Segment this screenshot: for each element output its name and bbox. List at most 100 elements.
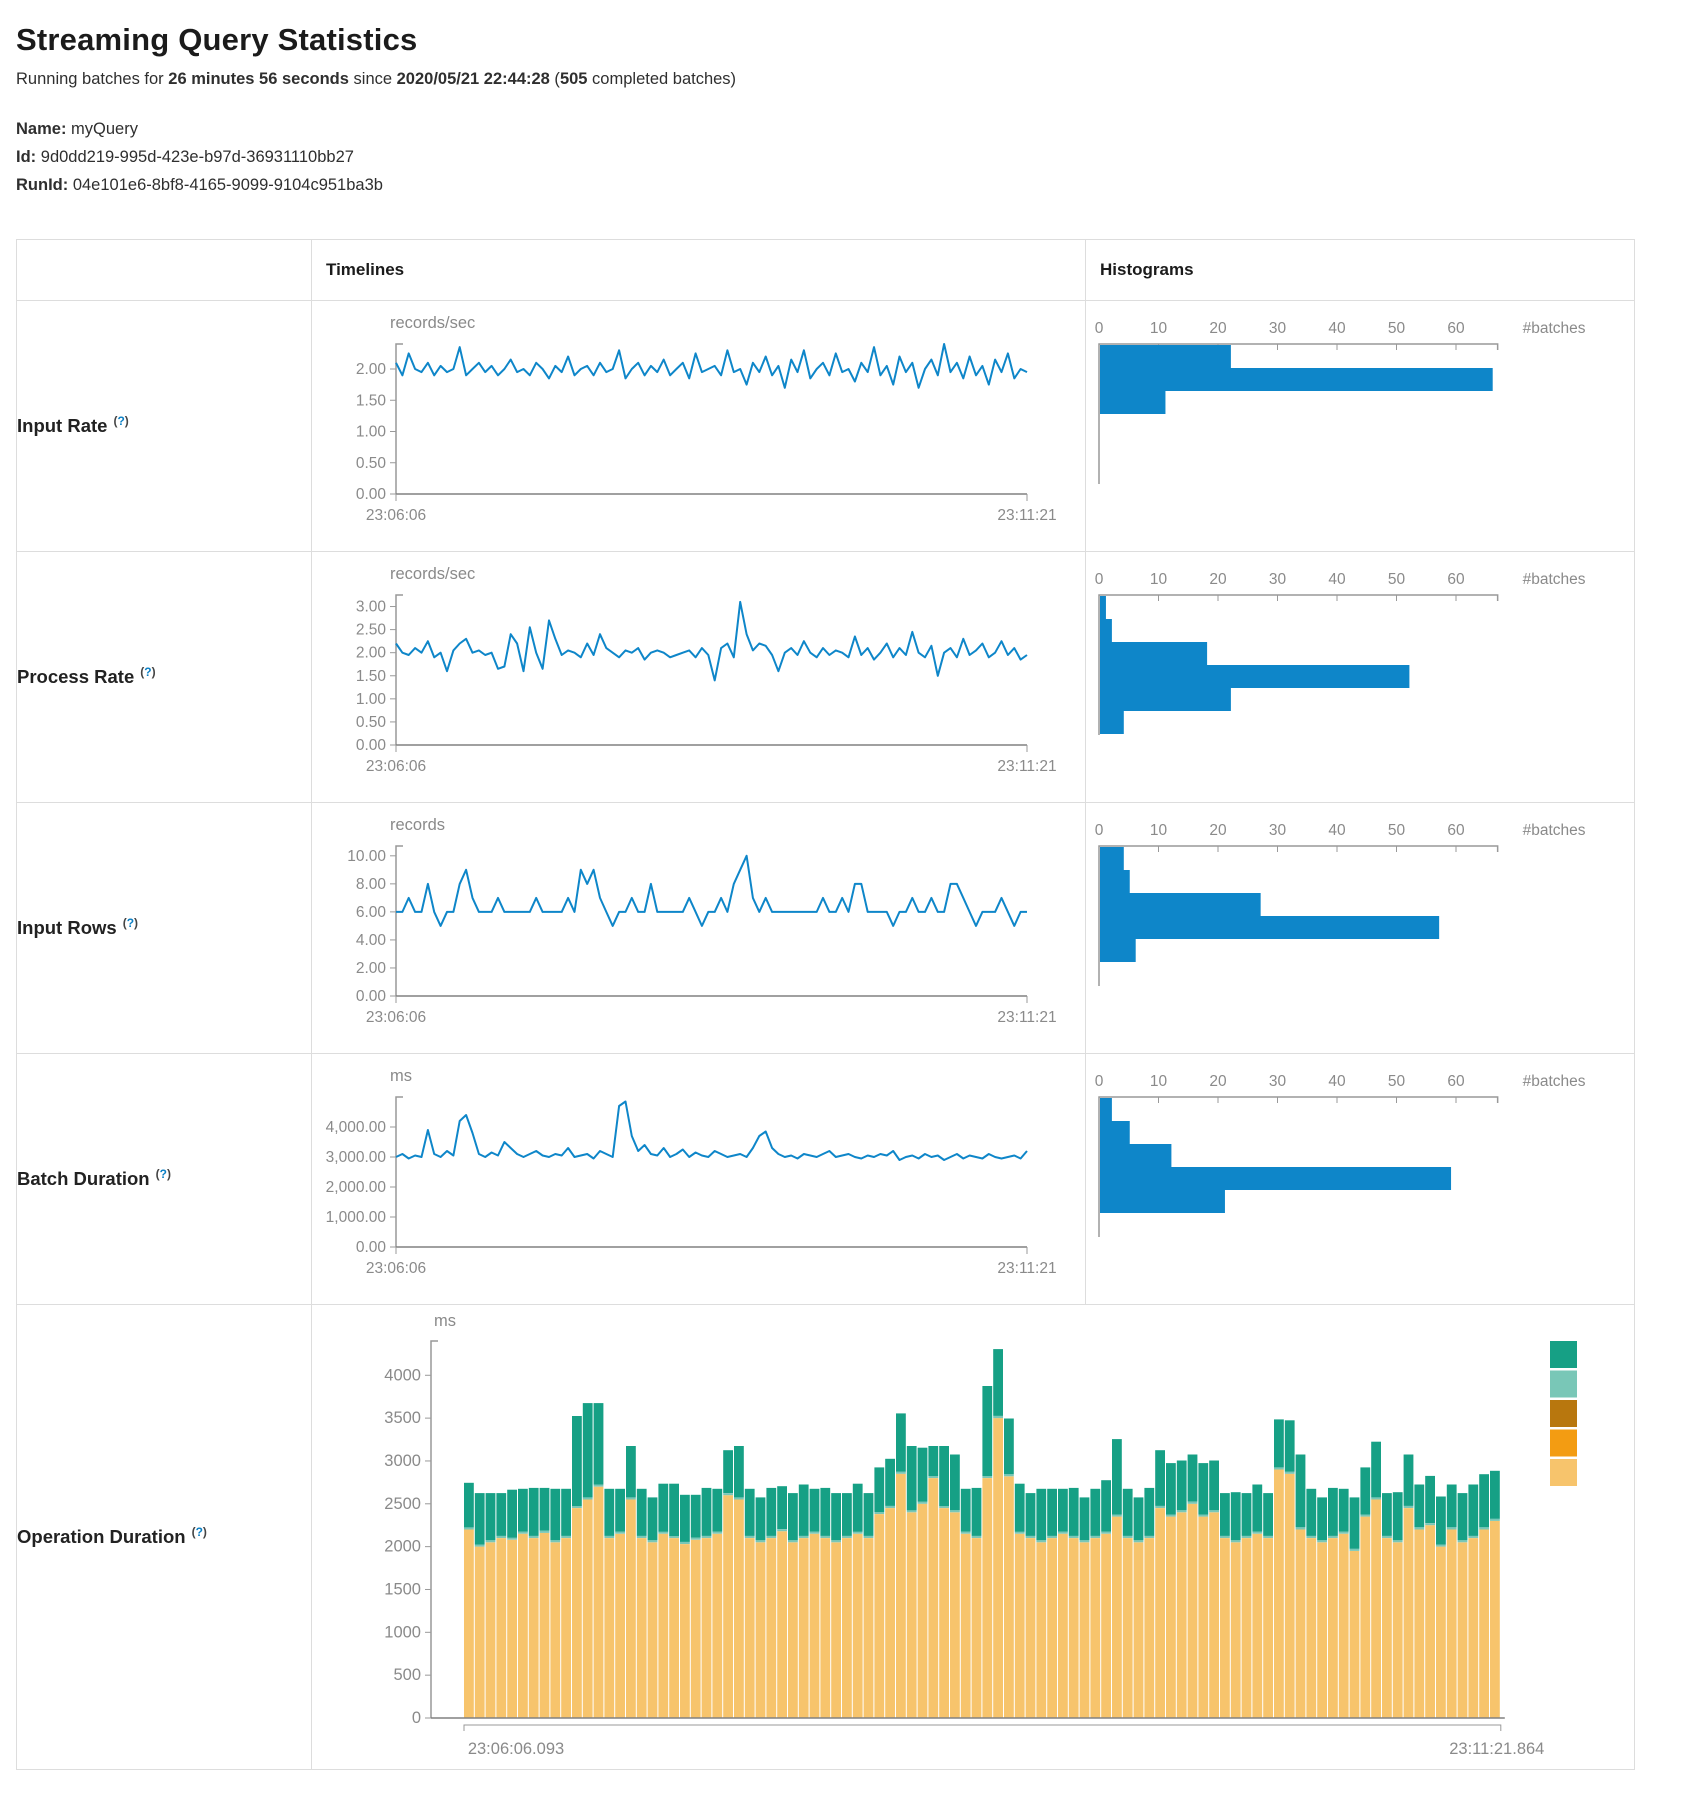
legend-swatch-segment-teal <box>1550 1341 1577 1368</box>
svg-text:ms: ms <box>434 1312 456 1330</box>
svg-text:2500: 2500 <box>384 1495 421 1513</box>
svg-text:10: 10 <box>1150 1073 1168 1090</box>
svg-text:records: records <box>390 816 445 834</box>
svg-text:10: 10 <box>1150 822 1168 839</box>
svg-text:30: 30 <box>1269 822 1287 839</box>
operation-duration-stacked-chart: ms0500100015002000250030003500400023:06:… <box>312 1305 1603 1769</box>
svg-text:0.50: 0.50 <box>356 455 387 472</box>
input-rows-timeline-chart: records0.002.004.006.008.0010.0023:06:06… <box>312 803 1069 1053</box>
summary-completed-count: 505 <box>560 70 588 88</box>
svg-text:23:11:21: 23:11:21 <box>997 1009 1056 1026</box>
svg-text:40: 40 <box>1328 571 1346 588</box>
query-name-line: Name: myQuery <box>16 115 1693 143</box>
row-label-text: Input Rate <box>17 416 107 437</box>
summary-duration: 26 minutes 56 seconds <box>168 70 349 88</box>
svg-text:2.00: 2.00 <box>356 960 387 977</box>
svg-text:50: 50 <box>1388 320 1406 337</box>
table-row-operation-duration: Operation Duration(?) ms0500100015002000… <box>17 1305 1635 1770</box>
query-meta: Name: myQuery Id: 9d0dd219-995d-423e-b97… <box>16 115 1693 199</box>
batch-duration-histogram-cell: 0102030405060#batches <box>1086 1054 1635 1305</box>
legend-swatch-segment-tan <box>1550 1459 1577 1486</box>
svg-text:23:06:06: 23:06:06 <box>366 1260 426 1277</box>
svg-text:0.50: 0.50 <box>356 714 387 731</box>
svg-text:0.00: 0.00 <box>356 1239 387 1256</box>
svg-text:records/sec: records/sec <box>390 314 475 332</box>
svg-text:23:11:21.864: 23:11:21.864 <box>1449 1740 1544 1758</box>
svg-text:1.00: 1.00 <box>356 424 387 441</box>
legend-swatch-segment-light-teal <box>1550 1371 1577 1398</box>
operation-duration-chart-cell: ms0500100015002000250030003500400023:06:… <box>312 1305 1635 1770</box>
svg-text:1.50: 1.50 <box>356 668 387 685</box>
help-icon[interactable]: (?) <box>192 1525 207 1539</box>
input-rate-timeline-cell: records/sec0.000.501.001.502.0023:06:062… <box>312 301 1086 552</box>
summary-prefix: Running batches for <box>16 70 168 88</box>
table-row-input-rows: Input Rows(?) records0.002.004.006.008.0… <box>17 803 1635 1054</box>
svg-text:1500: 1500 <box>384 1580 421 1598</box>
svg-text:23:06:06: 23:06:06 <box>366 507 426 524</box>
svg-text:0: 0 <box>1095 822 1104 839</box>
svg-text:23:11:21: 23:11:21 <box>997 507 1056 524</box>
svg-text:2.00: 2.00 <box>356 361 387 378</box>
help-icon[interactable]: (?) <box>113 414 128 428</box>
help-icon[interactable]: (?) <box>123 916 138 930</box>
svg-text:60: 60 <box>1447 571 1465 588</box>
svg-text:50: 50 <box>1388 822 1406 839</box>
svg-text:#batches: #batches <box>1523 571 1586 588</box>
svg-text:20: 20 <box>1209 1073 1227 1090</box>
svg-text:30: 30 <box>1269 320 1287 337</box>
query-id-value: 9d0dd219-995d-423e-b97d-36931110bb27 <box>41 148 354 166</box>
corner-header-cell <box>17 240 312 301</box>
help-icon[interactable]: (?) <box>140 665 155 679</box>
svg-text:20: 20 <box>1209 571 1227 588</box>
svg-text:10: 10 <box>1150 320 1168 337</box>
svg-text:23:06:06: 23:06:06 <box>366 1009 426 1026</box>
svg-text:500: 500 <box>393 1666 421 1684</box>
process-rate-timeline-cell: records/sec0.000.501.001.502.002.503.002… <box>312 552 1086 803</box>
summary-suffix: completed batches) <box>587 70 736 88</box>
svg-text:1,000.00: 1,000.00 <box>326 1209 387 1226</box>
svg-text:50: 50 <box>1388 571 1406 588</box>
svg-text:2,000.00: 2,000.00 <box>326 1179 387 1196</box>
svg-text:3000: 3000 <box>384 1452 421 1470</box>
summary-paren: ( <box>550 70 560 88</box>
row-label-input-rate: Input Rate (?) <box>17 301 312 552</box>
summary-start-time: 2020/05/21 22:44:28 <box>397 70 550 88</box>
query-runid-line: RunId: 04e101e6-8bf8-4165-9099-9104c951b… <box>16 171 1693 199</box>
query-runid-label: RunId: <box>16 176 68 194</box>
svg-text:0: 0 <box>412 1709 421 1727</box>
svg-text:2.50: 2.50 <box>356 622 387 639</box>
query-name-value: myQuery <box>71 120 138 138</box>
batch-duration-timeline-chart: ms0.001,000.002,000.003,000.004,000.0023… <box>312 1054 1069 1304</box>
input-rows-histogram-cell: 0102030405060#batches <box>1086 803 1635 1054</box>
svg-text:0.00: 0.00 <box>356 737 387 754</box>
legend-swatch-segment-dark-orange <box>1550 1400 1577 1427</box>
svg-text:#batches: #batches <box>1523 1073 1586 1090</box>
svg-text:0.00: 0.00 <box>356 988 387 1005</box>
svg-text:60: 60 <box>1447 1073 1465 1090</box>
row-label-input-rows: Input Rows(?) <box>17 803 312 1054</box>
streaming-query-statistics-page: Streaming Query Statistics Running batch… <box>16 22 1693 1770</box>
svg-text:2.00: 2.00 <box>356 645 387 662</box>
help-icon[interactable]: (?) <box>156 1167 171 1181</box>
svg-text:3.00: 3.00 <box>356 599 387 616</box>
svg-text:40: 40 <box>1328 320 1346 337</box>
svg-text:40: 40 <box>1328 822 1346 839</box>
input-rate-timeline-chart: records/sec0.000.501.001.502.0023:06:062… <box>312 301 1069 551</box>
svg-text:0: 0 <box>1095 320 1104 337</box>
histograms-header: Histograms <box>1086 240 1635 301</box>
svg-text:10: 10 <box>1150 571 1168 588</box>
svg-text:2000: 2000 <box>384 1538 421 1556</box>
row-label-operation-duration: Operation Duration (?) <box>17 1305 312 1770</box>
process-rate-timeline-chart: records/sec0.000.501.001.502.002.503.002… <box>312 552 1069 802</box>
row-label-text: Operation Duration <box>17 1527 186 1548</box>
input-rate-histogram-chart: 0102030405060#batches <box>1086 301 1618 551</box>
svg-text:60: 60 <box>1447 320 1465 337</box>
input-rows-timeline-cell: records0.002.004.006.008.0010.0023:06:06… <box>312 803 1086 1054</box>
svg-text:4000: 4000 <box>384 1366 421 1384</box>
svg-text:records/sec: records/sec <box>390 565 475 583</box>
svg-text:3500: 3500 <box>384 1409 421 1427</box>
svg-text:60: 60 <box>1447 822 1465 839</box>
legend-swatch-segment-orange <box>1550 1430 1577 1457</box>
row-label-text: Process Rate <box>17 667 134 688</box>
query-name-label: Name: <box>16 120 66 138</box>
